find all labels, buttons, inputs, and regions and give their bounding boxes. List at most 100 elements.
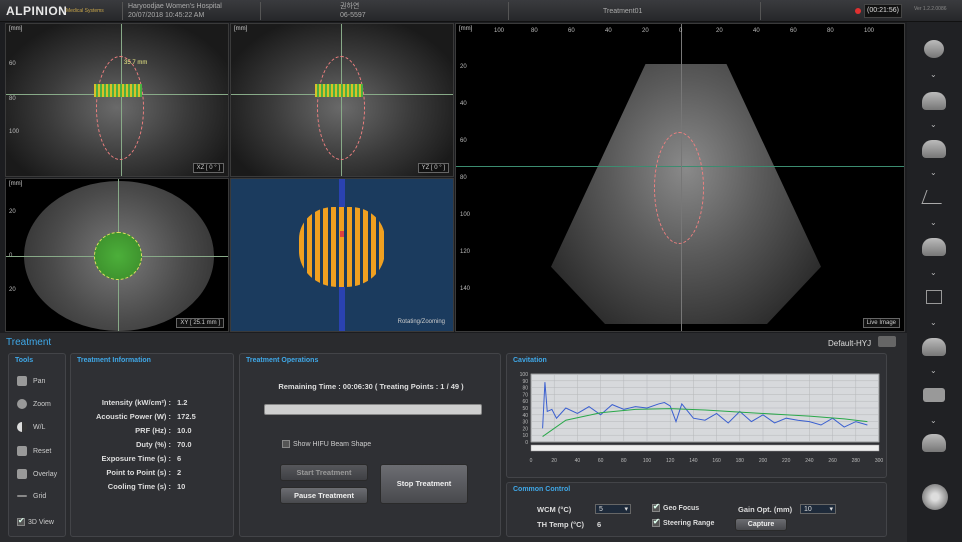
- live-image-panel[interactable]: [mm] 100 80 60 40 20 0 20 40 60 80 100 20 40 60 80 100…: [455, 23, 905, 332]
- info-label: Point to Point (s) :: [106, 468, 171, 477]
- 3d-view-checkbox[interactable]: [17, 516, 25, 526]
- axis-icon[interactable]: [921, 190, 947, 204]
- tick-label: 80: [531, 28, 538, 34]
- probe-icon[interactable]: [922, 238, 946, 256]
- tools-box: Tools Pan Zoom W/L Reset Overlay Grid 3D…: [8, 353, 66, 537]
- version-label: Ver 1.2.2.0086: [914, 6, 947, 12]
- xz-angle-label: XZ [ 0 ° ]: [192, 163, 224, 173]
- gain-opt-label: Gain Opt. (mm): [738, 505, 793, 514]
- operations-title: Treatment Operations: [246, 357, 319, 364]
- x-tick-label: 260: [828, 458, 837, 464]
- tool-label: Zoom: [33, 400, 51, 408]
- chevron-down-icon[interactable]: ⌄: [930, 366, 937, 375]
- steering-range-toggle[interactable]: Steering Range: [652, 517, 714, 527]
- settings-gear-icon[interactable]: [922, 484, 948, 510]
- tool-overlay[interactable]: Overlay: [17, 469, 57, 479]
- 3d-view-panel[interactable]: Rotating/Zooming: [230, 178, 454, 332]
- th-temp-label: TH Temp (°C): [537, 520, 585, 529]
- treatment-header: Treatment: [6, 337, 52, 348]
- tick-label: 80: [460, 175, 467, 181]
- tool-pan[interactable]: Pan: [17, 376, 45, 386]
- show-beam-toggle[interactable]: Show HIFU Beam Shape: [282, 440, 371, 448]
- tick-label: 60: [790, 28, 797, 34]
- tool-grid[interactable]: Grid: [17, 493, 46, 500]
- info-value: 10.0: [177, 426, 192, 435]
- xz-view-panel[interactable]: [mm] 60 80 100 35.7 mm XZ [ 0 ° ]: [5, 23, 229, 177]
- geo-focus-label: Geo Focus: [663, 504, 700, 512]
- patient-icon[interactable]: [924, 40, 944, 58]
- probe-icon[interactable]: [922, 338, 946, 356]
- tool-zoom[interactable]: Zoom: [17, 399, 51, 409]
- unit-label: [mm]: [234, 26, 248, 32]
- magnifier-icon: [17, 399, 27, 409]
- xy-view-panel[interactable]: [mm] 20 0 20 XY [ 25.1 mm ]: [5, 178, 229, 332]
- geo-focus-toggle[interactable]: Geo Focus: [652, 502, 700, 512]
- probe-icon[interactable]: [922, 140, 946, 158]
- tick-label: 100: [9, 129, 20, 135]
- tools-title: Tools: [15, 357, 34, 364]
- capture-button[interactable]: Capture: [735, 518, 787, 531]
- rotate-zoom-hint: Rotating/Zooming: [397, 319, 445, 325]
- treatment-name: Treatment01: [603, 8, 643, 15]
- patient-id: 06-5597: [340, 12, 366, 19]
- tool-3d-view[interactable]: 3D View: [17, 516, 54, 526]
- y-tick-label: 30: [522, 420, 528, 426]
- tick-label: 20: [9, 209, 16, 215]
- pause-treatment-button[interactable]: Pause Treatment: [280, 487, 368, 504]
- y-tick-label: 100: [520, 372, 529, 378]
- x-tick-label: 40: [575, 458, 581, 464]
- x-tick-label: 200: [759, 458, 768, 464]
- probe-icon[interactable]: [922, 92, 946, 110]
- tick-label: 100: [494, 28, 505, 34]
- tool-reset[interactable]: Reset: [17, 446, 51, 456]
- tool-label: Reset: [33, 447, 52, 455]
- show-beam-checkbox[interactable]: [282, 440, 290, 448]
- tick-label: 120: [460, 249, 471, 255]
- info-title: Treatment Information: [77, 357, 151, 364]
- measurement-label: 35.7 mm: [124, 60, 148, 66]
- tick-label: 0: [679, 28, 683, 34]
- info-value: 10: [177, 482, 186, 491]
- chevron-down-icon[interactable]: ⌄: [930, 318, 937, 327]
- chevron-down-icon[interactable]: ⌄: [930, 416, 937, 425]
- profile-menu-icon[interactable]: [878, 336, 896, 347]
- tick-label: 20: [460, 64, 467, 70]
- tick-label: 40: [753, 28, 760, 34]
- tool-wl[interactable]: W/L: [17, 422, 45, 432]
- wcm-select[interactable]: 5: [595, 504, 631, 514]
- chevron-down-icon[interactable]: ⌄: [930, 268, 937, 277]
- start-treatment-button[interactable]: Start Treatment: [280, 464, 368, 481]
- probe-sidebar: ⌄ ⌄ ⌄ ⌄ ⌄ ⌄ ⌄ ⌄: [907, 22, 962, 542]
- chevron-down-icon[interactable]: ⌄: [930, 120, 937, 129]
- control-area: Treatment Default-HYJ Tools Pan Zoom W/L…: [0, 333, 907, 542]
- dual-view-icon[interactable]: [923, 388, 945, 402]
- x-tick-label: 220: [782, 458, 791, 464]
- chevron-down-icon[interactable]: ⌄: [930, 168, 937, 177]
- chevron-down-icon[interactable]: ⌄: [930, 218, 937, 227]
- tool-label: W/L: [33, 423, 46, 431]
- steering-range-checkbox[interactable]: [652, 517, 660, 527]
- info-value: 70.0: [177, 440, 192, 449]
- probe-icon[interactable]: [922, 434, 946, 452]
- info-value: 172.5: [177, 412, 196, 421]
- x-tick-label: 300: [875, 458, 884, 464]
- target-contour: [654, 132, 704, 244]
- tick-label: 20: [9, 287, 16, 293]
- info-label: Cooling Time (s) :: [107, 482, 171, 491]
- yz-angle-label: YZ [ 0 ° ]: [417, 163, 449, 173]
- stop-treatment-button[interactable]: Stop Treatment: [380, 464, 468, 504]
- treatment-points: [94, 84, 142, 97]
- alpinion-logo: ALPINION: [6, 4, 68, 18]
- tick-label: 80: [827, 28, 834, 34]
- y-tick-label: 0: [525, 440, 528, 446]
- chevron-down-icon[interactable]: ⌄: [930, 70, 937, 79]
- common-control-title: Common Control: [513, 486, 571, 493]
- square-icon[interactable]: [926, 290, 942, 304]
- treatment-region: [94, 232, 142, 280]
- yz-view-panel[interactable]: [mm] YZ [ 0 ° ]: [230, 23, 454, 177]
- geo-focus-checkbox[interactable]: [652, 502, 660, 512]
- gain-select[interactable]: 10: [800, 504, 836, 514]
- x-tick-label: 100: [643, 458, 652, 464]
- record-indicator-icon: [855, 8, 861, 14]
- treatment-info-box: Treatment Information Intensity (kW/cm²)…: [70, 353, 234, 537]
